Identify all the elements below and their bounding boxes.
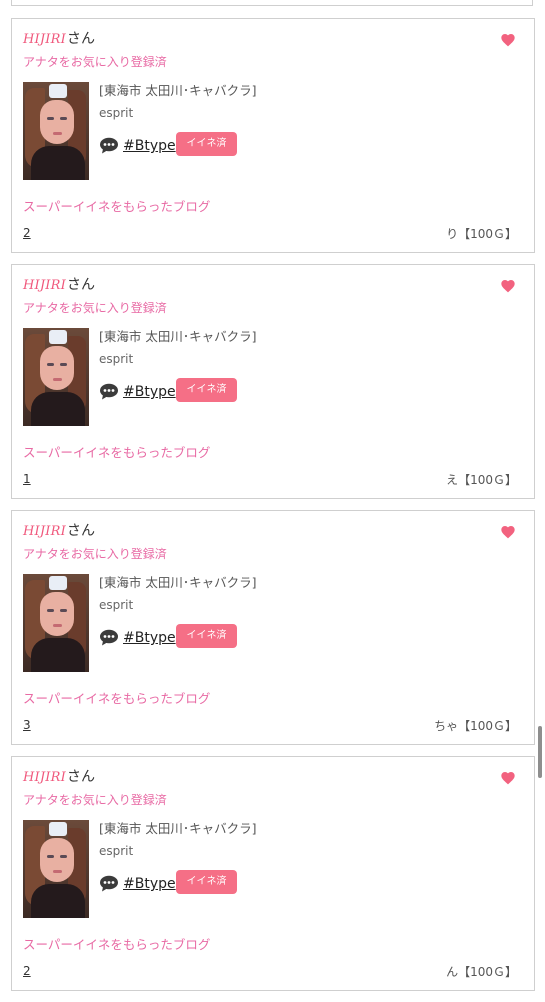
cast-card: HIJIRIさん アナタをお気に入り登録済 [東海市 太田川･キャバクラ] es… <box>11 18 535 253</box>
comment-bubble-icon <box>100 383 118 400</box>
blog-count-link[interactable]: 2 <box>23 226 31 240</box>
blog-meta: ちゃ【100Ｇ】 <box>434 719 517 733</box>
honorific: さん <box>66 277 95 293</box>
cast-card: HIJIRIさん アナタをお気に入り登録済 [東海市 太田川･キャバクラ] es… <box>11 510 535 745</box>
blog-heading: スーパーイイネをもらったブログ <box>23 199 211 214</box>
blog-count-link[interactable]: 3 <box>23 718 31 732</box>
cast-name[interactable]: HIJIRI <box>23 32 66 47</box>
shop-area: [東海市 太田川･キャバクラ] <box>99 575 257 590</box>
shop-name: esprit <box>99 844 134 858</box>
blog-heading: スーパーイイネをもらったブログ <box>23 691 211 706</box>
iine-button[interactable]: イイネ済 <box>176 378 237 402</box>
favorite-status: アナタをお気に入り登録済 <box>23 301 167 315</box>
shop-name: esprit <box>99 598 134 612</box>
blog-count-link[interactable]: 1 <box>23 472 31 486</box>
heart-icon[interactable] <box>500 524 516 540</box>
blog-meta: え【100Ｇ】 <box>446 473 517 487</box>
cast-card: HIJIRIさん アナタをお気に入り登録済 [東海市 太田川･キャバクラ] es… <box>11 756 535 991</box>
blog-heading: スーパーイイネをもらったブログ <box>23 937 211 952</box>
favorite-status: アナタをお気に入り登録済 <box>23 55 167 69</box>
heart-icon[interactable] <box>500 278 516 294</box>
shop-name: esprit <box>99 106 134 120</box>
blog-count-link[interactable]: 2 <box>23 964 31 978</box>
cast-name[interactable]: HIJIRI <box>23 770 66 785</box>
cast-photo[interactable] <box>23 820 89 918</box>
blog-meta: ん【100Ｇ】 <box>446 965 517 979</box>
shop-area: [東海市 太田川･キャバクラ] <box>99 329 257 344</box>
cast-name-line: HIJIRIさん <box>23 522 95 541</box>
favorite-cast-list: HIJIRIさん アナタをお気に入り登録済 [東海市 太田川･キャバクラ] es… <box>0 18 545 1002</box>
iine-button[interactable]: イイネ済 <box>176 870 237 894</box>
shop-area: [東海市 太田川･キャバクラ] <box>99 83 257 98</box>
honorific: さん <box>66 769 95 785</box>
tag-row: #Btype イイネ済 <box>99 378 299 403</box>
tag-row: #Btype イイネ済 <box>99 870 299 895</box>
tag-row: #Btype イイネ済 <box>99 624 299 649</box>
tag-row: #Btype イイネ済 <box>99 132 299 157</box>
iine-button[interactable]: イイネ済 <box>176 132 237 156</box>
heart-icon[interactable] <box>500 32 516 48</box>
shop-area: [東海市 太田川･キャバクラ] <box>99 821 257 836</box>
cast-photo[interactable] <box>23 574 89 672</box>
comment-bubble-icon <box>100 137 118 154</box>
honorific: さん <box>66 523 95 539</box>
honorific: さん <box>66 31 95 47</box>
comment-bubble-icon <box>100 629 118 646</box>
scrollbar-thumb[interactable] <box>538 726 542 778</box>
cast-photo[interactable] <box>23 82 89 180</box>
blog-meta: り【100Ｇ】 <box>446 227 517 241</box>
favorite-status: アナタをお気に入り登録済 <box>23 793 167 807</box>
iine-button[interactable]: イイネ済 <box>176 624 237 648</box>
cast-photo[interactable] <box>23 328 89 426</box>
tag-link[interactable]: #Btype <box>123 383 176 401</box>
previous-card-edge <box>11 0 533 6</box>
comment-bubble-icon <box>100 875 118 892</box>
cast-card: HIJIRIさん アナタをお気に入り登録済 [東海市 太田川･キャバクラ] es… <box>11 264 535 499</box>
cast-name-line: HIJIRIさん <box>23 276 95 295</box>
heart-icon[interactable] <box>500 770 516 786</box>
cast-name[interactable]: HIJIRI <box>23 524 66 539</box>
favorite-status: アナタをお気に入り登録済 <box>23 547 167 561</box>
tag-link[interactable]: #Btype <box>123 875 176 893</box>
cast-name-line: HIJIRIさん <box>23 768 95 787</box>
cast-name[interactable]: HIJIRI <box>23 278 66 293</box>
cast-name-line: HIJIRIさん <box>23 30 95 49</box>
blog-heading: スーパーイイネをもらったブログ <box>23 445 211 460</box>
tag-link[interactable]: #Btype <box>123 629 176 647</box>
tag-link[interactable]: #Btype <box>123 137 176 155</box>
shop-name: esprit <box>99 352 134 366</box>
